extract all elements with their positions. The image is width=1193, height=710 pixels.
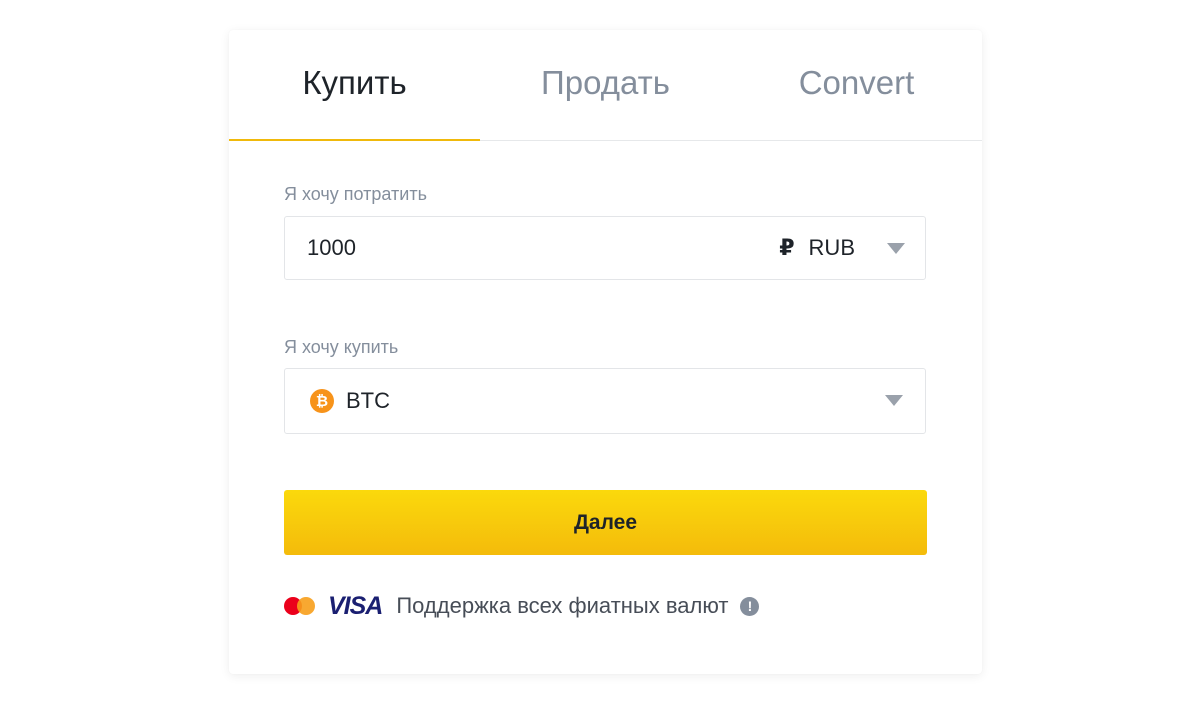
tab-bar: Купить Продать Convert bbox=[229, 30, 982, 141]
visa-logo: VISA bbox=[328, 591, 383, 620]
caret-down-icon bbox=[887, 242, 905, 254]
fiat-currency-code: RUB bbox=[808, 235, 855, 260]
buy-label: Я хочу купить bbox=[284, 337, 399, 357]
fiat-currency-select[interactable]: ₽ RUB bbox=[779, 217, 905, 279]
crypto-currency-code: BTC bbox=[346, 388, 390, 413]
tab-convert[interactable]: Convert bbox=[731, 30, 982, 140]
spend-label: Я хочу потратить bbox=[284, 184, 427, 204]
buy-crypto-card: Купить Продать Convert Я хочу потратить … bbox=[229, 30, 982, 674]
fiat-support-text: Поддержка всех фиатных валют bbox=[396, 593, 729, 618]
payment-support-row: VISA Поддержка всех фиатных валют ! bbox=[284, 590, 760, 622]
tab-sell[interactable]: Продать bbox=[480, 30, 731, 140]
bitcoin-icon: ₿ bbox=[310, 389, 334, 413]
spend-amount-input[interactable] bbox=[307, 235, 727, 261]
spend-amount-field: ₽ RUB bbox=[284, 216, 926, 280]
crypto-currency-select[interactable]: ₿ BTC bbox=[284, 368, 926, 434]
caret-down-icon bbox=[885, 395, 903, 406]
ruble-sign-icon: ₽ bbox=[779, 235, 795, 260]
tab-buy[interactable]: Купить bbox=[229, 30, 480, 141]
next-button[interactable]: Далее bbox=[284, 490, 927, 555]
mastercard-orange-circle bbox=[297, 597, 315, 615]
info-icon[interactable]: ! bbox=[740, 596, 760, 616]
mastercard-icon bbox=[284, 597, 316, 615]
